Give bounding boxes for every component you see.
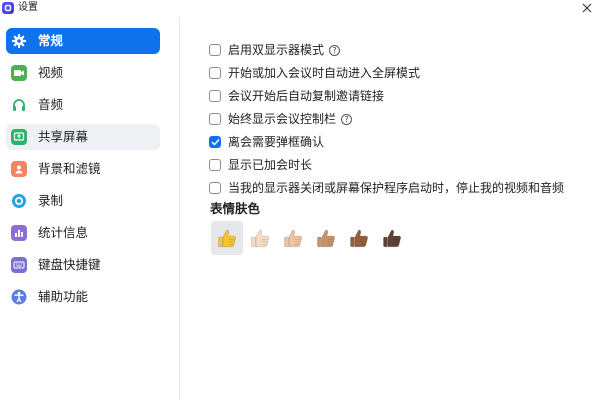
zoom-logo-icon xyxy=(2,2,14,14)
option-stop-on-screensaver[interactable]: 当我的显示器关闭或屏幕保护程序启动时，停止我的视频和音频 xyxy=(209,179,564,197)
option-label: 开始或加入会议时自动进入全屏模式 xyxy=(228,66,421,80)
thumbs-up-icon xyxy=(350,229,368,248)
checkmark-icon xyxy=(210,138,220,146)
gear-icon xyxy=(11,33,27,49)
close-button[interactable] xyxy=(580,1,594,15)
checkbox-checked[interactable] xyxy=(209,136,221,148)
emoji-skin-tone-title: 表情肤色 xyxy=(210,201,261,216)
skin-tone-option[interactable] xyxy=(211,221,243,255)
checkbox[interactable] xyxy=(209,113,221,125)
thumbs-up-icon xyxy=(317,229,335,248)
thumbs-up-icon xyxy=(284,229,302,248)
sidebar-item-label: 背景和滤镜 xyxy=(38,161,101,176)
option-always-show-controls[interactable]: 始终显示会议控制栏 ? xyxy=(209,110,353,128)
help-icon[interactable]: ? xyxy=(329,44,341,56)
option-copy-invite-link[interactable]: 会议开始后自动复制邀请链接 xyxy=(209,87,384,105)
option-label: 离会需要弹框确认 xyxy=(228,135,325,149)
option-label: 会议开始后自动复制邀请链接 xyxy=(228,89,385,103)
video-camera-icon xyxy=(11,65,27,81)
sidebar-item-label: 录制 xyxy=(38,193,64,208)
skin-tone-option[interactable] xyxy=(277,221,309,255)
checkbox[interactable] xyxy=(209,159,221,171)
option-label: 启用双显示器模式 xyxy=(228,43,325,57)
sidebar-item-label: 键盘快捷键 xyxy=(38,257,101,272)
checkbox[interactable] xyxy=(209,182,221,194)
thumbs-up-icon xyxy=(218,229,236,248)
title-bar: 设置 xyxy=(0,0,600,17)
share-screen-icon xyxy=(11,129,27,145)
sidebar-item-keyboard-shortcuts[interactable]: 键盘快捷键 xyxy=(6,252,160,278)
option-show-meeting-duration[interactable]: 显示已加会时长 xyxy=(209,156,312,174)
person-background-icon xyxy=(11,161,27,177)
skin-tone-option[interactable] xyxy=(376,221,408,255)
skin-tone-option[interactable] xyxy=(244,221,276,255)
skin-tone-picker xyxy=(211,221,409,255)
thumbs-up-icon xyxy=(251,229,269,248)
sidebar-item-video[interactable]: 视频 xyxy=(6,60,160,86)
help-icon[interactable]: ? xyxy=(341,113,353,125)
checkbox[interactable] xyxy=(209,67,221,79)
sidebar-item-share-screen[interactable]: 共享屏幕 xyxy=(6,124,160,150)
settings-sidebar: 常规 视频 音频 共享屏幕 背景和滤镜 录制 统计信息 键盘快捷键 辅助功能 xyxy=(0,17,180,400)
option-label: 当我的显示器关闭或屏幕保护程序启动时，停止我的视频和音频 xyxy=(228,181,565,195)
window-title: 设置 xyxy=(18,2,38,13)
skin-tone-option[interactable] xyxy=(343,221,375,255)
sidebar-item-audio[interactable]: 音频 xyxy=(6,92,160,118)
thumbs-up-icon xyxy=(383,229,401,248)
option-label: 显示已加会时长 xyxy=(228,158,313,172)
keyboard-icon xyxy=(11,257,27,273)
sidebar-item-statistics[interactable]: 统计信息 xyxy=(6,220,160,246)
checkbox[interactable] xyxy=(209,44,221,56)
sidebar-item-accessibility[interactable]: 辅助功能 xyxy=(6,284,160,310)
sidebar-item-label: 辅助功能 xyxy=(38,289,89,304)
sidebar-item-label: 统计信息 xyxy=(38,225,89,240)
record-icon xyxy=(11,193,27,209)
skin-tone-option[interactable] xyxy=(310,221,342,255)
sidebar-item-background-filters[interactable]: 背景和滤镜 xyxy=(6,156,160,182)
sidebar-item-recording[interactable]: 录制 xyxy=(6,188,160,214)
headphones-icon xyxy=(11,97,27,113)
general-settings-panel: 启用双显示器模式 ? 开始或加入会议时自动进入全屏模式 会议开始后自动复制邀请链… xyxy=(181,17,600,400)
sidebar-item-label: 音频 xyxy=(38,97,64,112)
statistics-icon xyxy=(11,225,27,241)
option-label: 始终显示会议控制栏 xyxy=(228,112,337,126)
sidebar-item-label: 视频 xyxy=(38,65,64,80)
option-confirm-leave[interactable]: 离会需要弹框确认 xyxy=(209,133,324,151)
sidebar-item-general[interactable]: 常规 xyxy=(6,28,160,54)
sidebar-item-label: 常规 xyxy=(38,33,64,48)
checkbox[interactable] xyxy=(209,90,221,102)
close-icon[interactable] xyxy=(582,3,592,13)
option-auto-fullscreen[interactable]: 开始或加入会议时自动进入全屏模式 xyxy=(209,64,420,82)
sidebar-item-label: 共享屏幕 xyxy=(38,129,89,144)
option-dual-monitor[interactable]: 启用双显示器模式 ? xyxy=(209,41,341,59)
accessibility-icon xyxy=(11,289,27,305)
